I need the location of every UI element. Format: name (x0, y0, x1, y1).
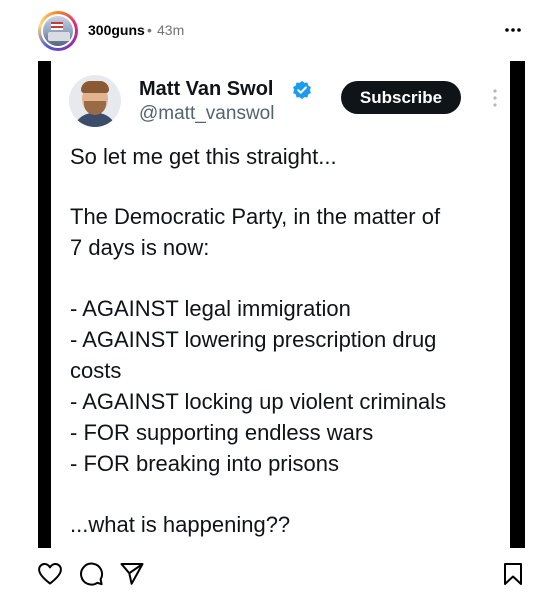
tweet-line: - FOR supporting endless wars (70, 420, 374, 445)
separator-dot: • (147, 22, 152, 38)
post-timestamp[interactable]: 43m (157, 22, 184, 38)
more-options-icon[interactable] (503, 20, 523, 40)
tweet-line: ...what is happening?? (70, 512, 291, 537)
tweet-line: - AGAINST lowering prescription drug (70, 327, 437, 352)
tweet-line: costs (70, 358, 122, 383)
avatar-image (43, 16, 73, 46)
profile-avatar[interactable] (38, 11, 78, 51)
tweet-author-avatar (69, 75, 121, 127)
avatar-hair (81, 81, 109, 93)
post-action-bar (0, 556, 554, 596)
send-icon[interactable] (119, 561, 145, 587)
tweet-line: - FOR breaking into prisons (70, 451, 339, 476)
avatar-inner (41, 14, 75, 48)
tweet-line: - AGAINST locking up violent criminals (70, 389, 447, 414)
comment-icon[interactable] (78, 561, 104, 587)
flag-graphic (51, 22, 63, 30)
avatar-shirt (73, 113, 117, 127)
bookmark-icon[interactable] (502, 562, 524, 586)
tweet-screenshot: Matt Van Swol @matt_vanswol Subscribe So… (51, 61, 510, 548)
subscribe-button: Subscribe (341, 81, 461, 114)
tweet-author-name: Matt Van Swol (139, 78, 274, 100)
verified-badge-icon (293, 80, 311, 100)
tweet-line: 7 days is now: (70, 235, 210, 260)
tweet-author-handle: @matt_vanswol (139, 103, 275, 124)
truck-graphic (48, 32, 70, 41)
tweet-line: So let me get this straight... (70, 144, 337, 169)
post-media[interactable]: Matt Van Swol @matt_vanswol Subscribe So… (38, 61, 525, 548)
post-username[interactable]: 300guns (88, 22, 145, 38)
tweet-line: The Democratic Party, in the matter of (70, 204, 441, 229)
tweet-line: - AGAINST legal immigration (70, 296, 351, 321)
heart-icon[interactable] (37, 562, 63, 586)
tweet-more-icon (493, 89, 497, 107)
post-header: 300guns • 43m (0, 0, 554, 62)
